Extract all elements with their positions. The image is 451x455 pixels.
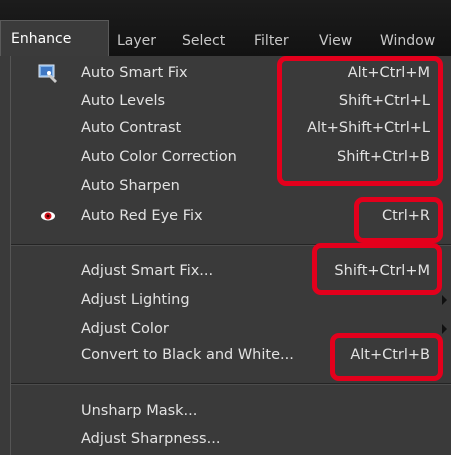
red-eye-icon: [37, 206, 59, 228]
submenu-arrow-icon: [442, 324, 447, 334]
menu-window[interactable]: Window: [380, 30, 435, 52]
menu-item-label: Auto Levels: [81, 93, 166, 109]
menu-enhance[interactable]: Enhance: [0, 20, 109, 56]
menu-item-label: Adjust Sharpness...: [81, 431, 221, 447]
menu-item-label: Auto Color Correction: [81, 149, 237, 165]
auto-smart-fix-icon: [37, 62, 59, 84]
menu-filter[interactable]: Filter: [254, 30, 289, 52]
menu-item-label: Auto Red Eye Fix: [81, 208, 203, 224]
highlight-box-red-eye-shortcut: [354, 197, 443, 243]
submenu-arrow-icon: [442, 295, 447, 305]
menu-item-label: Auto Smart Fix: [81, 65, 188, 81]
menu-item-unsharp-mask[interactable]: Unsharp Mask...: [11, 398, 451, 424]
menu-item-label: Adjust Color: [81, 321, 169, 337]
menu-bar: Enhance Layer Select Filter View Window: [0, 0, 451, 56]
highlight-box-adjust-smart-fix-shortcut: [312, 243, 442, 295]
menu-item-label: Adjust Lighting: [81, 292, 190, 308]
menu-item-label: Auto Sharpen: [81, 178, 180, 194]
highlight-box-auto-shortcuts: [277, 56, 443, 186]
screenshot-root: Enhance Layer Select Filter View Window …: [0, 0, 451, 455]
menu-select[interactable]: Select: [182, 30, 225, 52]
menu-item-adjust-sharpness[interactable]: Adjust Sharpness...: [11, 426, 451, 452]
menu-item-label: Adjust Smart Fix...: [81, 263, 214, 279]
menu-item-label: Unsharp Mask...: [81, 403, 198, 419]
menu-item-label: Auto Contrast: [81, 120, 182, 136]
menu-view[interactable]: View: [319, 30, 352, 52]
menu-separator: [11, 383, 451, 385]
highlight-box-convert-bw-shortcut: [330, 333, 443, 381]
menu-item-label: Convert to Black and White...: [81, 347, 294, 363]
menu-layer[interactable]: Layer: [117, 30, 156, 52]
